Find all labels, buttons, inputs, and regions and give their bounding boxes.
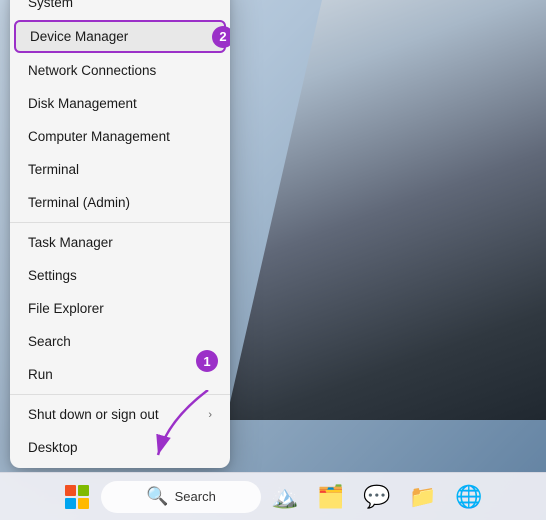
step-badge-2: 2 — [212, 26, 230, 48]
menu-item-search[interactable]: Search — [10, 325, 230, 358]
menu-item-shutdown[interactable]: Shut down or sign out › — [10, 398, 230, 431]
edge-button[interactable]: 🌐 — [447, 475, 491, 519]
menu-divider-2 — [10, 394, 230, 395]
search-label: Search — [175, 489, 216, 504]
menu-divider-1 — [10, 222, 230, 223]
folder-icon: 📁 — [409, 484, 436, 510]
menu-item-system[interactable]: System — [10, 0, 230, 19]
windows-logo-icon — [65, 485, 89, 509]
widgets-button[interactable]: 🏔️ — [263, 475, 307, 519]
taskbar: 🔍 Search 🏔️ 🗂️ 💬 📁 🌐 — [0, 472, 546, 520]
taskbar-icons: 🔍 Search 🏔️ 🗂️ 💬 📁 🌐 — [55, 475, 491, 519]
menu-item-network-connections[interactable]: Network Connections — [10, 54, 230, 87]
widgets-icon: 🏔️ — [271, 484, 298, 510]
chevron-right-icon: › — [208, 409, 212, 421]
edge-icon: 🌐 — [455, 484, 482, 510]
taskbar-search[interactable]: 🔍 Search — [101, 481, 261, 513]
start-button[interactable] — [55, 475, 99, 519]
teams-button[interactable]: 💬 — [355, 475, 399, 519]
context-menu: System Device Manager 2 Network Connecti… — [10, 0, 230, 468]
menu-item-file-explorer[interactable]: File Explorer — [10, 292, 230, 325]
teams-icon: 💬 — [363, 484, 390, 510]
menu-item-computer-management[interactable]: Computer Management — [10, 120, 230, 153]
menu-item-task-manager[interactable]: Task Manager — [10, 226, 230, 259]
menu-item-device-manager[interactable]: Device Manager 2 — [14, 20, 226, 53]
menu-item-settings[interactable]: Settings — [10, 259, 230, 292]
step-badge-1: 1 — [196, 350, 218, 372]
menu-item-terminal-admin[interactable]: Terminal (Admin) — [10, 186, 230, 219]
file-explorer-taskbar-button[interactable]: 🗂️ — [309, 475, 353, 519]
file-explorer-icon: 🗂️ — [317, 484, 344, 510]
search-icon: 🔍 — [146, 486, 168, 507]
menu-item-terminal[interactable]: Terminal — [10, 153, 230, 186]
menu-item-disk-management[interactable]: Disk Management — [10, 87, 230, 120]
explorer-button[interactable]: 📁 — [401, 475, 445, 519]
menu-item-desktop[interactable]: Desktop — [10, 431, 230, 464]
